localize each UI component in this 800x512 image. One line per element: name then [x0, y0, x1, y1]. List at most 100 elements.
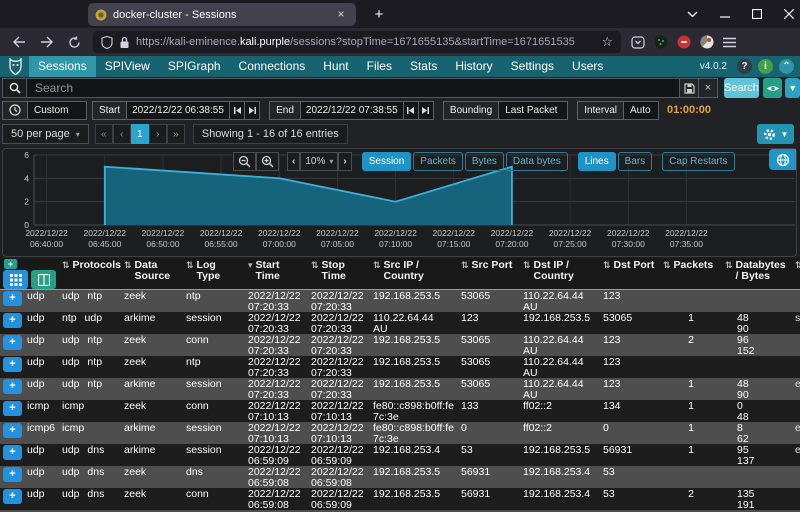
expand-session-button[interactable]: +	[3, 467, 22, 482]
search-button[interactable]: Search	[724, 78, 759, 98]
help-button[interactable]: ?	[737, 59, 752, 74]
graph-series-packets-button[interactable]: Packets	[413, 152, 463, 171]
cell-start-time[interactable]: 2022/12/22 07:20:33	[244, 378, 307, 400]
expand-session-button[interactable]: +	[3, 445, 22, 460]
expand-session-button[interactable]: +	[3, 379, 22, 394]
cell-protocols[interactable]: icmp	[58, 422, 120, 444]
cell-dst-ip[interactable]: 192.168.253.4	[519, 488, 599, 510]
session-protocol-tag[interactable]: udp	[27, 467, 45, 478]
graph-zoom-select[interactable]: 10% ▾	[300, 152, 339, 171]
pager-next-button[interactable]: ›	[148, 124, 167, 144]
column-header-packets[interactable]: ⇅ Packets	[659, 258, 721, 289]
interval-select[interactable]: Auto	[624, 105, 658, 116]
cell-dst-port[interactable]: 123	[599, 378, 659, 400]
cell-stop-time[interactable]: 2022/12/22 06:59:08	[307, 466, 369, 488]
reload-icon[interactable]	[68, 36, 81, 49]
info-button[interactable]: i	[758, 59, 773, 74]
pan-left-button[interactable]: ‹	[287, 152, 301, 171]
table-add-button[interactable]: +	[4, 259, 17, 269]
cell-stop-time[interactable]: 2022/12/22 07:20:33	[307, 356, 369, 378]
cell-stop-time[interactable]: 2022/12/22 07:10:13	[307, 400, 369, 422]
start-skip-back-icon[interactable]	[229, 101, 244, 119]
lock-icon[interactable]	[119, 36, 130, 49]
shield-icon[interactable]	[101, 35, 113, 49]
cell-src-ip[interactable]: 192.168.253.4	[369, 444, 457, 466]
cell-protocols[interactable]: udp ntp	[58, 378, 120, 400]
cell-data-source[interactable]: zeek	[120, 290, 182, 312]
extension-icon-dark[interactable]	[654, 35, 668, 49]
nav-item-history[interactable]: History	[446, 56, 501, 77]
cell-protocols[interactable]: ntp udp	[58, 312, 120, 334]
cell-start-time[interactable]: 2022/12/22 07:10:13	[244, 400, 307, 422]
sessions-view-grid-button[interactable]	[3, 270, 28, 289]
save-search-icon[interactable]	[680, 78, 699, 98]
cell-log-type[interactable]: ntp	[182, 356, 244, 378]
cell-log-type[interactable]: session	[182, 444, 244, 466]
cell-src-ip[interactable]: 192.168.253.5	[369, 356, 457, 378]
per-page-select[interactable]: 50 per page ▾	[2, 124, 89, 144]
pocket-extension-icon[interactable]	[631, 35, 645, 49]
cell-dst-port[interactable]: 53	[599, 488, 659, 510]
map-toggle-button[interactable]	[769, 149, 796, 170]
nav-item-spiview[interactable]: SPIView	[96, 56, 159, 77]
cell-stop-time[interactable]: 2022/12/22 06:59:09	[307, 488, 369, 510]
start-time-input[interactable]	[127, 104, 230, 116]
cell-stop-time[interactable]: 2022/12/22 07:20:33	[307, 378, 369, 400]
forward-icon[interactable]	[40, 36, 54, 49]
expand-session-button[interactable]: +	[3, 401, 22, 416]
cell-data-source[interactable]: arkime	[120, 378, 182, 400]
session-protocol-tag[interactable]: udp	[27, 291, 45, 302]
session-protocol-tag[interactable]: udp	[27, 379, 45, 390]
cell-stop-time[interactable]: 2022/12/22 07:20:33	[307, 334, 369, 356]
extension-icon-red[interactable]	[677, 35, 691, 49]
graph-series-data-bytes-button[interactable]: Data bytes	[505, 152, 568, 171]
end-time-input[interactable]	[300, 104, 403, 116]
cell-dst-port[interactable]: 134	[599, 400, 659, 422]
pager-prev-button[interactable]: ‹	[112, 124, 131, 144]
cell-src-ip[interactable]: 110.22.64.44 AU	[369, 312, 457, 334]
nav-item-stats[interactable]: Stats	[401, 56, 446, 77]
clock-icon[interactable]	[3, 101, 28, 119]
nav-item-hunt[interactable]: Hunt	[314, 56, 357, 77]
column-header-data-source[interactable]: ⇅ Data Source	[120, 258, 182, 289]
extension-icon-profile[interactable]	[700, 35, 714, 49]
cell-log-type[interactable]: conn	[182, 488, 244, 510]
expand-session-button[interactable]: +	[3, 291, 22, 306]
column-header-dst-ip-country[interactable]: ⇅ Dst IP / Country	[519, 258, 599, 289]
cell-data-source[interactable]: zeek	[120, 356, 182, 378]
column-header-start-time[interactable]: ▾ Start Time	[244, 258, 307, 289]
menu-hamburger-icon[interactable]	[723, 37, 736, 48]
zoom-in-icon[interactable]	[256, 152, 279, 171]
window-close-button[interactable]	[784, 9, 794, 19]
cell-log-type[interactable]: session	[182, 312, 244, 334]
cell-start-time[interactable]: 2022/12/22 07:20:33	[244, 290, 307, 312]
cell-dst-ip[interactable]: 192.168.253.4	[519, 466, 599, 488]
pager-last-button[interactable]: »	[166, 124, 185, 144]
cell-stop-time[interactable]: 2022/12/22 07:20:33	[307, 290, 369, 312]
cell-data-source[interactable]: arkime	[120, 312, 182, 334]
table-settings-gear-button[interactable]: ▼	[757, 124, 794, 144]
cell-dst-ip[interactable]: 192.168.253.5	[519, 444, 599, 466]
cell-log-type[interactable]: session	[182, 378, 244, 400]
cell-dst-port[interactable]: 53065	[599, 312, 659, 334]
column-header-stop-time[interactable]: ⇅ Stop Time	[307, 258, 369, 289]
column-header-src-port[interactable]: ⇅ Src Port	[457, 258, 519, 289]
end-skip-forward-icon[interactable]	[417, 101, 433, 119]
cell-dst-ip[interactable]: ff02::2	[519, 400, 599, 422]
window-maximize-button[interactable]	[752, 9, 762, 19]
column-header-src-ip-country[interactable]: ⇅ Src IP / Country	[369, 258, 457, 289]
nav-item-sessions[interactable]: Sessions	[29, 56, 96, 77]
column-header-databytes-bytes[interactable]: ⇅ Databytes / Bytes	[721, 258, 791, 289]
cell-src-ip[interactable]: fe80::c898:b0ff:fe7c:3e	[369, 422, 457, 444]
graph-cap-restarts-button[interactable]: Cap Restarts	[662, 152, 735, 171]
cell-src-port[interactable]: 56931	[457, 488, 519, 510]
cell-data-source[interactable]: zeek	[120, 466, 182, 488]
cell-dst-ip[interactable]: ff02::2	[519, 422, 599, 444]
tab-list-chevron-icon[interactable]	[687, 11, 698, 18]
expand-session-button[interactable]: +	[3, 335, 22, 350]
cell-src-ip[interactable]: 192.168.253.5	[369, 334, 457, 356]
cell-src-ip[interactable]: fe80::c898:b0ff:fe7c:3e	[369, 400, 457, 422]
column-header-log-type[interactable]: ⇅ Log Type	[182, 258, 244, 289]
cell-log-type[interactable]: dns	[182, 466, 244, 488]
zoom-out-icon[interactable]	[233, 152, 256, 171]
